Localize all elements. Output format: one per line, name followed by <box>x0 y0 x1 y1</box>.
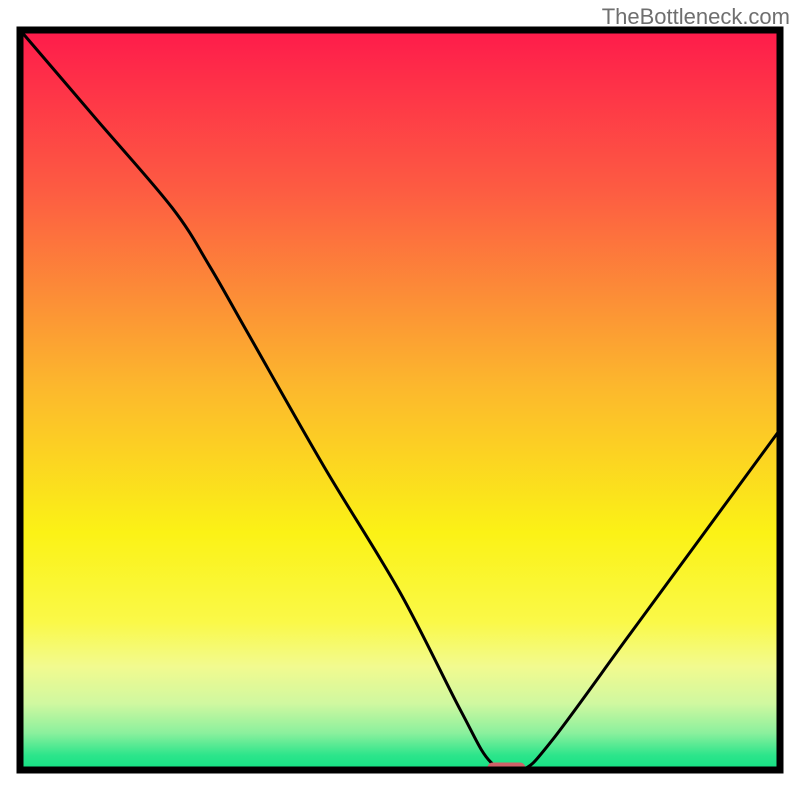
bottleneck-chart <box>0 0 800 800</box>
chart-container: TheBottleneck.com <box>0 0 800 800</box>
plot-background <box>20 30 780 770</box>
watermark-text: TheBottleneck.com <box>602 4 790 30</box>
